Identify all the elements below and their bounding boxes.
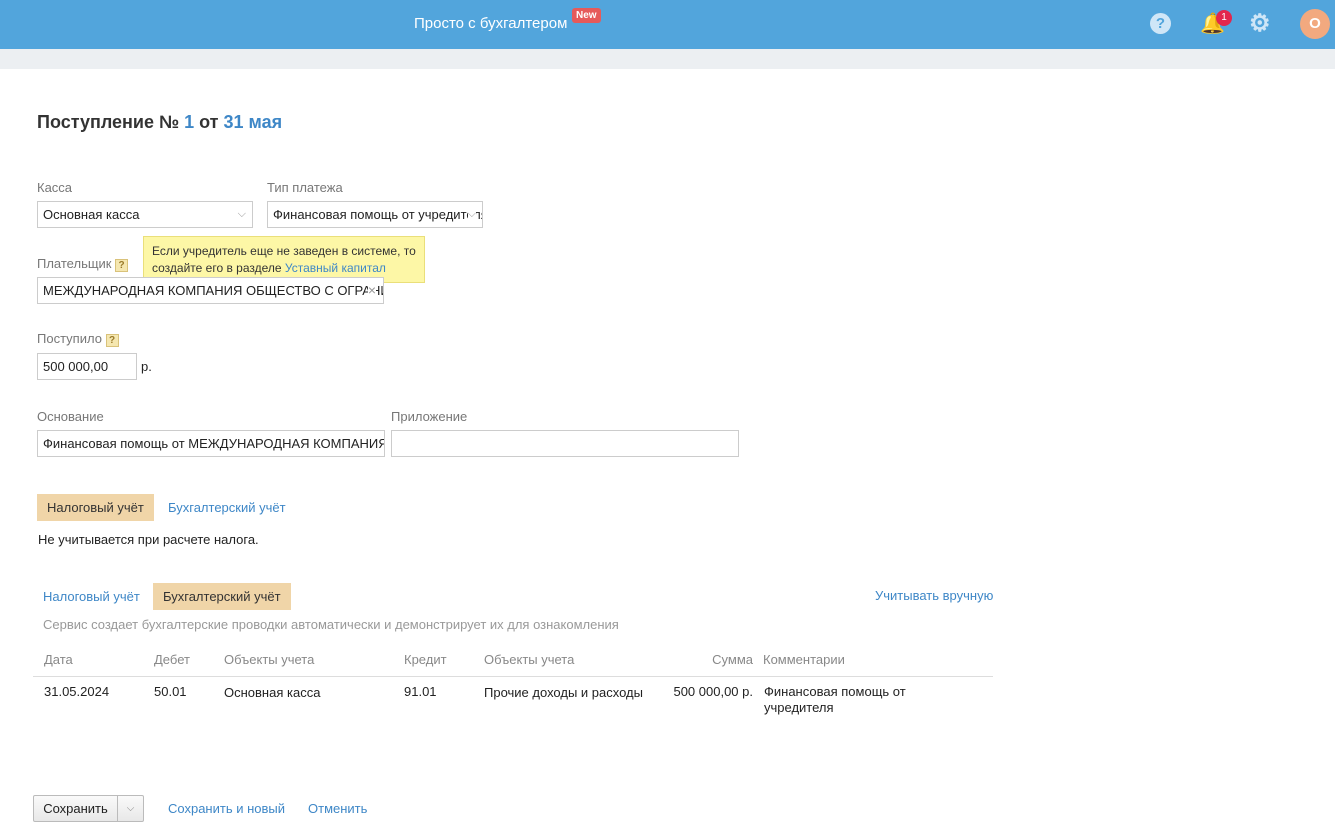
doc-number[interactable]: 1 [184, 112, 194, 132]
attachment-label: Приложение [391, 409, 468, 424]
brand-title[interactable]: Просто с бухгалтером [414, 15, 567, 32]
cell-sum: 500 000,00 р. [673, 684, 753, 699]
kassa-label: Касса [37, 180, 73, 195]
gear-icon[interactable]: ⚙ [1249, 9, 1271, 38]
chevron-down-icon: ⌵ [237, 208, 246, 220]
help-hint-icon[interactable]: ? [105, 334, 119, 347]
cell-debit-object: Основная касса [224, 685, 321, 700]
payment-type-label: Тип платежа [267, 180, 343, 195]
tax-note: Не учитывается при расчете налога. [38, 532, 259, 547]
payer-label: Плательщик ? [37, 256, 129, 272]
table-divider [33, 676, 993, 677]
basis-input[interactable]: Финансовая помощь от МЕЖДУНАРОДНАЯ КОМПА… [37, 430, 385, 457]
tab-accounting-2[interactable]: Бухгалтерский учёт [153, 583, 291, 610]
cell-date: 31.05.2024 [44, 684, 110, 699]
col-sum: Сумма [712, 652, 753, 667]
avatar[interactable]: О [1300, 9, 1330, 39]
kassa-select[interactable]: Основная касса ⌵ [37, 201, 253, 228]
cell-debit: 50.01 [154, 684, 187, 699]
manual-accounting-link[interactable]: Учитывать вручную [875, 588, 993, 603]
chevron-down-icon: ⌵ [467, 202, 476, 227]
tooltip: Если учредитель еще не заведен в системе… [143, 236, 425, 283]
cell-comment: Финансовая помощь от учредителя [764, 684, 906, 715]
col-debit-objects: Объекты учета [224, 652, 315, 667]
currency-label: р. [141, 359, 152, 374]
cell-credit: 91.01 [404, 684, 437, 699]
tab-tax-2[interactable]: Налоговый учёт [43, 589, 140, 604]
sub-bar [0, 49, 1335, 69]
basis-label: Основание [37, 409, 104, 424]
charter-capital-link[interactable]: Уставный капитал [285, 261, 386, 275]
col-date: Дата [44, 652, 73, 667]
attachment-input[interactable] [391, 430, 739, 457]
cell-credit-object: Прочие доходы и расходы [484, 685, 643, 700]
save-button[interactable]: Сохранить [34, 796, 118, 821]
notification-badge: 1 [1216, 10, 1232, 26]
received-label: Поступило ? [37, 331, 119, 347]
payer-input[interactable]: МЕЖДУНАРОДНАЯ КОМПАНИЯ ОБЩЕСТВО С ОГРАНИ… [37, 277, 384, 304]
tab-accounting[interactable]: Бухгалтерский учёт [168, 500, 286, 515]
col-debit: Дебет [154, 652, 190, 667]
accounting-note: Сервис создает бухгалтерские проводки ав… [43, 617, 619, 632]
top-bar [0, 0, 1335, 49]
save-options-chevron-icon[interactable]: ⌵ [118, 796, 143, 821]
clear-icon[interactable]: × [367, 278, 376, 303]
save-and-new-link[interactable]: Сохранить и новый [168, 801, 285, 816]
received-input[interactable]: 500 000,00 [37, 353, 137, 380]
page-title: Поступление № 1 от 31 мая [37, 112, 283, 132]
col-comments: Комментарии [763, 652, 845, 667]
doc-date[interactable]: 31 мая [224, 112, 283, 132]
col-credit-objects: Объекты учета [484, 652, 575, 667]
help-hint-icon[interactable]: ? [115, 259, 129, 272]
new-badge: New [572, 8, 601, 23]
cancel-link[interactable]: Отменить [308, 801, 367, 816]
col-credit: Кредит [404, 652, 447, 667]
payment-type-select[interactable]: Финансовая помощь от учредителя ⌵ [267, 201, 483, 228]
help-icon[interactable]: ? [1150, 13, 1171, 34]
tab-tax[interactable]: Налоговый учёт [37, 494, 154, 521]
save-button-group: Сохранить ⌵ [33, 795, 144, 822]
